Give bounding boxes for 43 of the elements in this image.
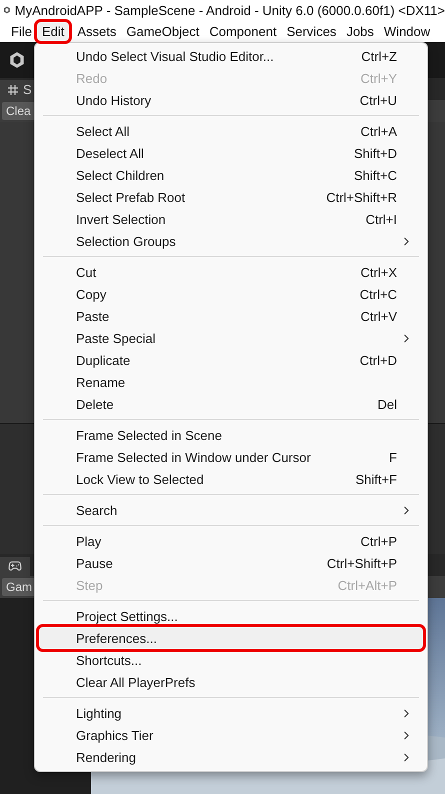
menu-item[interactable]: Select Prefab Root Ctrl+Shift+R: [39, 186, 423, 208]
unity-logo-icon: [8, 51, 26, 69]
game-tab[interactable]: [0, 557, 30, 576]
menu-item[interactable]: Frame Selected in Window under Cursor F: [39, 446, 423, 468]
menu-item[interactable]: Lighting: [39, 702, 423, 724]
menu-bar-item[interactable]: Services: [282, 22, 342, 40]
window-title: MyAndroidAPP - SampleScene - Android - Unity 6.0 (6000.0.60f1) <DX11>: [14, 2, 445, 18]
clear-button[interactable]: Clea: [2, 102, 35, 120]
menu-item[interactable]: Preferences...: [39, 627, 423, 649]
menu-bar-item[interactable]: Window: [378, 22, 436, 40]
game-dropdown[interactable]: Gam: [2, 578, 36, 596]
menu-item[interactable]: Graphics Tier: [39, 724, 423, 746]
menu-item[interactable]: Project Settings...: [39, 605, 423, 627]
menu-item[interactable]: Duplicate Ctrl+D: [39, 349, 423, 371]
menu-item[interactable]: Rename: [39, 371, 423, 393]
menu-item[interactable]: Paste Special: [39, 327, 423, 349]
hash-icon: [8, 84, 18, 94]
menu-item[interactable]: Selection Groups: [39, 230, 423, 252]
menu-item[interactable]: Invert Selection Ctrl+I: [39, 208, 423, 230]
menu-item[interactable]: Select All Ctrl+A: [39, 120, 423, 142]
menu-item[interactable]: Pause Ctrl+Shift+P: [39, 552, 423, 574]
menu-item[interactable]: Copy Ctrl+C: [39, 283, 423, 305]
menu-item[interactable]: Cut Ctrl+X: [39, 261, 423, 283]
menu-bar-item[interactable]: File: [6, 22, 37, 40]
menu-item[interactable]: Undo History Ctrl+U: [39, 89, 423, 111]
menu-item[interactable]: Shortcuts...: [39, 649, 423, 671]
menu-item[interactable]: Select Children Shift+C: [39, 164, 423, 186]
menu-bar-item[interactable]: GameObject: [121, 22, 204, 40]
menu-item[interactable]: Lock View to Selected Shift+F: [39, 468, 423, 490]
menu-item[interactable]: Deselect All Shift+D: [39, 142, 423, 164]
menu-bar-item[interactable]: Assets: [72, 22, 122, 40]
menu-item[interactable]: Play Ctrl+P: [39, 530, 423, 552]
menu-item[interactable]: Undo Select Visual Studio Editor... Ctrl+Z: [39, 45, 423, 67]
menu-item[interactable]: Rendering: [39, 746, 423, 768]
menu-item[interactable]: Delete Del: [39, 393, 423, 415]
gamepad-icon: [8, 559, 22, 573]
menu-item[interactable]: Frame Selected in Scene: [39, 424, 423, 446]
menu-item[interactable]: Clear All PlayerPrefs: [39, 671, 423, 693]
menu-item[interactable]: Search: [39, 499, 423, 521]
menu-bar-item[interactable]: Component: [204, 22, 282, 40]
menu-bar-item[interactable]: Jobs: [341, 22, 379, 40]
menu-bar-item[interactable]: Edit: [36, 22, 70, 40]
menu-item[interactable]: Paste Ctrl+V: [39, 305, 423, 327]
